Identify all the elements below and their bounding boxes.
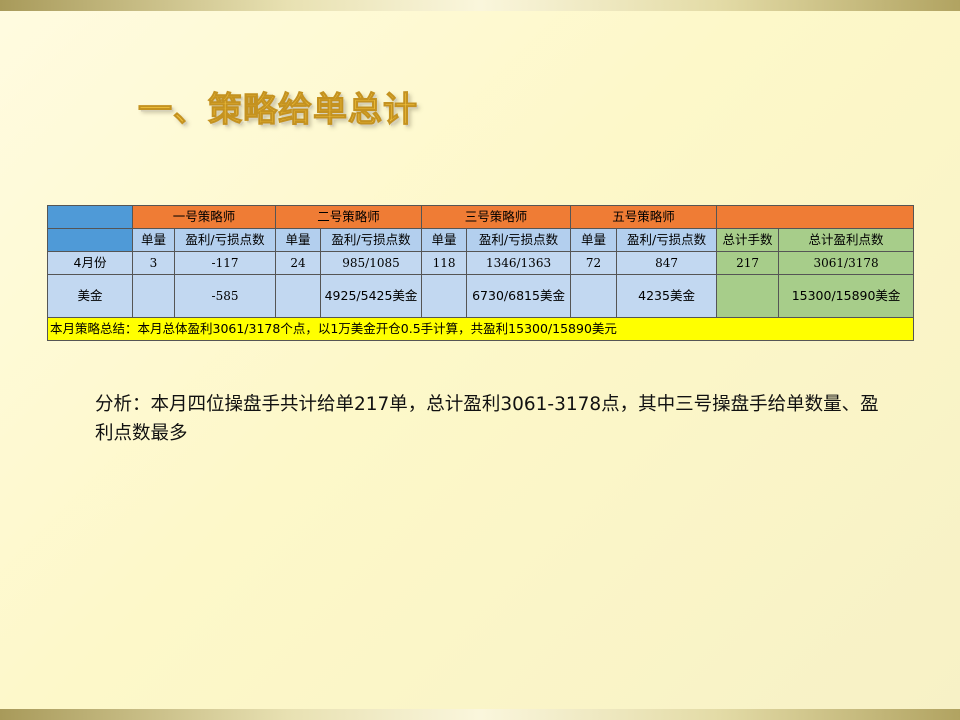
cell-s3-count: 118 bbox=[421, 251, 468, 275]
header-totals-blank bbox=[716, 205, 915, 229]
cell-s2-count: 24 bbox=[275, 251, 322, 275]
header-strategist-2: 二号策略师 bbox=[275, 205, 423, 229]
cell-usd-s2-points: 4925/5425美金 bbox=[320, 274, 423, 318]
row-label-usd: 美金 bbox=[47, 274, 133, 318]
analysis-text: 分析：本月四位操盘手共计给单217单，总计盈利3061-3178点，其中三号操盘… bbox=[95, 394, 879, 444]
column-header-points-3: 盈利/亏损点数 bbox=[466, 228, 572, 252]
cell-usd-s1-count bbox=[132, 274, 175, 318]
page-title: 一、策略给单总计 bbox=[138, 90, 418, 131]
cell-s5-points: 847 bbox=[616, 251, 718, 275]
table-row-usd: 美金 -585 4925/5425美金 6730/6815美金 4235美金 1… bbox=[47, 274, 915, 318]
monthly-summary: 本月策略总结：本月总体盈利3061/3178个点，以1万美金开仓0.5手计算，共… bbox=[46, 317, 915, 341]
column-header-count-1: 单量 bbox=[132, 228, 175, 252]
row-label-april: 4月份 bbox=[47, 251, 133, 275]
cell-usd-s5-points: 4235美金 bbox=[616, 274, 718, 318]
column-header-blank bbox=[47, 228, 133, 252]
cell-usd-s3-points: 6730/6815美金 bbox=[466, 274, 572, 318]
header-strategist-5: 五号策略师 bbox=[570, 205, 718, 229]
cell-s1-points: -117 bbox=[173, 251, 277, 275]
header-row-columns: 单量 盈利/亏损点数 单量 盈利/亏损点数 单量 盈利/亏损点数 单量 盈利/亏… bbox=[47, 228, 915, 252]
column-header-count-5: 单量 bbox=[570, 228, 618, 252]
column-header-total-points: 总计盈利点数 bbox=[778, 228, 915, 252]
column-header-count-3: 单量 bbox=[421, 228, 468, 252]
column-header-points-5: 盈利/亏损点数 bbox=[616, 228, 718, 252]
top-decorative-band bbox=[0, 0, 960, 11]
bottom-decorative-band bbox=[0, 709, 960, 720]
column-header-points-1: 盈利/亏损点数 bbox=[173, 228, 277, 252]
cell-usd-total-hands bbox=[716, 274, 780, 318]
cell-usd-total-points: 15300/15890美金 bbox=[778, 274, 915, 318]
cell-total-points: 3061/3178 bbox=[778, 251, 915, 275]
strategy-summary-table: 一号策略师 二号策略师 三号策略师 五号策略师 单量 盈利/亏损点数 单量 盈利… bbox=[46, 205, 915, 341]
header-strategist-3: 三号策略师 bbox=[421, 205, 572, 229]
cell-s2-points: 985/1085 bbox=[320, 251, 423, 275]
table-row-summary: 本月策略总结：本月总体盈利3061/3178个点，以1万美金开仓0.5手计算，共… bbox=[46, 317, 915, 341]
column-header-total-hands: 总计手数 bbox=[716, 228, 780, 252]
cell-usd-s5-count bbox=[570, 274, 618, 318]
header-row-strategists: 一号策略师 二号策略师 三号策略师 五号策略师 bbox=[47, 205, 915, 229]
table-row-april: 4月份 3 -117 24 985/1085 118 1346/1363 72 … bbox=[47, 251, 915, 275]
cell-s1-count: 3 bbox=[132, 251, 175, 275]
cell-s3-points: 1346/1363 bbox=[466, 251, 572, 275]
corner-cell bbox=[47, 205, 133, 229]
cell-usd-s3-count bbox=[421, 274, 468, 318]
cell-usd-s1-points: -585 bbox=[173, 274, 277, 318]
cell-s5-count: 72 bbox=[570, 251, 618, 275]
cell-usd-s2-count bbox=[275, 274, 322, 318]
column-header-count-2: 单量 bbox=[275, 228, 322, 252]
header-strategist-1: 一号策略师 bbox=[131, 205, 277, 229]
cell-total-hands: 217 bbox=[716, 251, 780, 275]
column-header-points-2: 盈利/亏损点数 bbox=[320, 228, 423, 252]
